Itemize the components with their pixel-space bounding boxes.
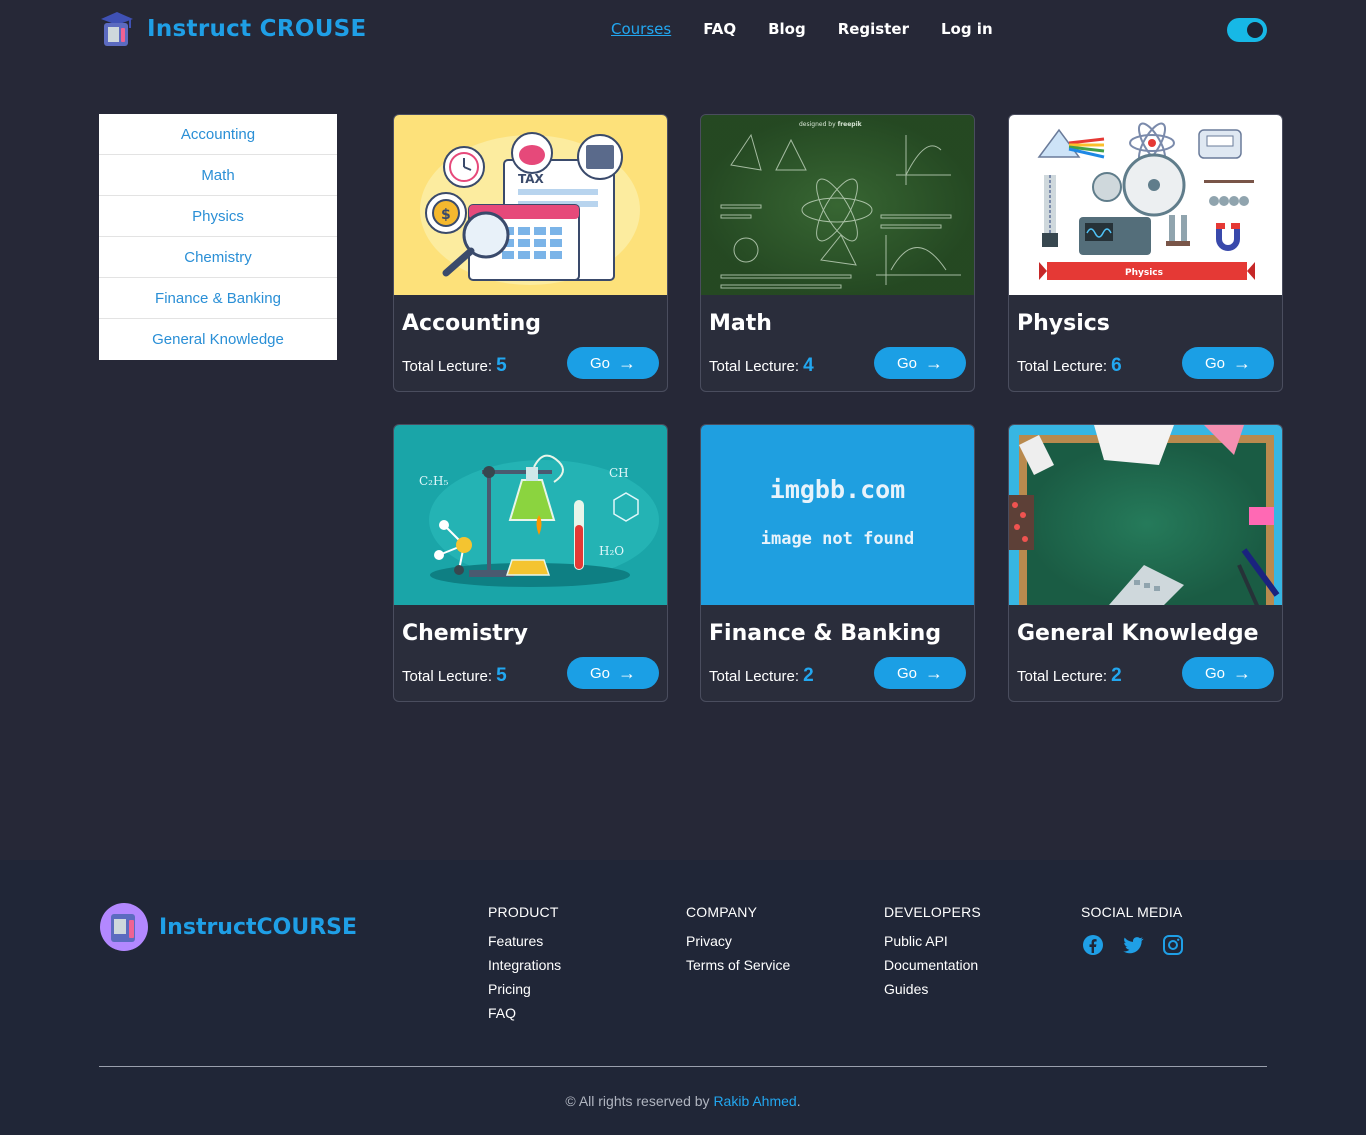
general-knowledge-thumbnail (1009, 425, 1282, 605)
arrow-right-icon: → (1233, 352, 1251, 373)
nav-register[interactable]: Register (838, 20, 909, 38)
main-nav: Courses FAQ Blog Register Log in (611, 20, 993, 38)
lecture-count: Total Lecture: 5 (402, 355, 507, 376)
chemistry-thumbnail: C₂H₅ CH H₂O (394, 425, 667, 605)
site-header: Instruct CROUSE Courses FAQ Blog Registe… (0, 0, 1366, 62)
course-title: Finance & Banking (709, 621, 942, 646)
arrow-right-icon: → (925, 352, 943, 373)
image-not-found-placeholder: imgbb.com image not found (701, 425, 974, 605)
footer-link-documentation[interactable]: Documentation (884, 957, 981, 973)
lecture-count: Total Lecture: 4 (709, 355, 814, 376)
lecture-count: Total Lecture: 5 (402, 665, 507, 686)
instagram-icon[interactable] (1161, 933, 1185, 957)
arrow-right-icon: → (618, 662, 636, 683)
copyright-text: © All rights reserved by Rakib Ahmed. (565, 1093, 801, 1109)
course-card-accounting: TAX $ Accounting Total Lecture: 5 Go → (393, 114, 668, 392)
footer-link-public-api[interactable]: Public API (884, 933, 981, 949)
nav-faq[interactable]: FAQ (703, 20, 736, 38)
sidebar-item-chemistry[interactable]: Chemistry (99, 237, 337, 278)
footer-heading: COMPANY (686, 904, 758, 920)
toggle-knob (1247, 22, 1263, 38)
footer-link-features[interactable]: Features (488, 933, 561, 949)
go-button-chemistry[interactable]: Go → (567, 657, 659, 689)
twitter-icon[interactable] (1121, 933, 1145, 957)
sidebar-item-math[interactable]: Math (99, 155, 337, 196)
lecture-count: Total Lecture: 2 (1017, 665, 1122, 686)
footer-col-social: SOCIAL MEDIA (1081, 904, 1185, 957)
svg-text:CH: CH (609, 466, 629, 480)
footer-heading: SOCIAL MEDIA (1081, 904, 1183, 920)
arrow-right-icon: → (925, 662, 943, 683)
footer-heading: PRODUCT (488, 904, 559, 920)
arrow-right-icon: → (1233, 662, 1251, 683)
footer-col-developers: DEVELOPERS Public API Documentation Guid… (884, 904, 981, 1005)
footer-brand[interactable]: InstructCOURSE (99, 902, 357, 952)
placeholder-site-text: imgbb.com (769, 475, 906, 504)
nav-courses[interactable]: Courses (611, 20, 671, 38)
footer-heading: DEVELOPERS (884, 904, 981, 920)
course-card-finance-banking: imgbb.com image not found Finance & Bank… (700, 424, 975, 702)
site-footer: InstructCOURSE PRODUCT Features Integrat… (0, 860, 1366, 1135)
course-title: Physics (1017, 311, 1110, 336)
course-title: Math (709, 311, 772, 336)
brand-logo[interactable]: Instruct CROUSE (99, 10, 367, 48)
physics-banner-label: Physics (1125, 268, 1163, 278)
footer-link-privacy[interactable]: Privacy (686, 933, 790, 949)
course-title: Accounting (402, 311, 542, 336)
go-button-general-knowledge[interactable]: Go → (1182, 657, 1274, 689)
social-links (1081, 933, 1185, 957)
nav-login[interactable]: Log in (941, 20, 993, 38)
course-card-chemistry: C₂H₅ CH H₂O Chemistry Total Lecture: 5 Go… (393, 424, 668, 702)
course-title: Chemistry (402, 621, 528, 646)
footer-brand-name: InstructCOURSE (159, 914, 358, 940)
lecture-count: Total Lecture: 6 (1017, 355, 1122, 376)
footer-col-company: COMPANY Privacy Terms of Service (686, 904, 790, 981)
course-title: General Knowledge (1017, 621, 1259, 646)
sidebar-item-physics[interactable]: Physics (99, 196, 337, 237)
tax-label: TAX (518, 172, 545, 186)
theme-toggle[interactable] (1227, 18, 1267, 42)
sidebar-item-accounting[interactable]: Accounting (99, 114, 337, 155)
sidebar-item-general-knowledge[interactable]: General Knowledge (99, 319, 337, 360)
go-button-accounting[interactable]: Go → (567, 347, 659, 379)
author-link[interactable]: Rakib Ahmed (713, 1093, 796, 1109)
footer-link-guides[interactable]: Guides (884, 981, 981, 997)
facebook-icon[interactable] (1081, 933, 1105, 957)
svg-text:$: $ (441, 207, 451, 223)
footer-link-terms[interactable]: Terms of Service (686, 957, 790, 973)
brand-name: Instruct CROUSE (147, 16, 367, 42)
arrow-right-icon: → (618, 352, 636, 373)
svg-text:H₂O: H₂O (599, 544, 624, 558)
svg-text:C₂H₅: C₂H₅ (419, 474, 448, 488)
course-card-math: designed by freepik Math Total Lecture: 4… (700, 114, 975, 392)
graduation-book-icon (101, 12, 133, 46)
go-button-math[interactable]: Go → (874, 347, 966, 379)
course-card-physics: Physics Physics Total Lecture: 6 Go → (1008, 114, 1283, 392)
physics-thumbnail: Physics (1009, 115, 1282, 295)
placeholder-message-text: image not found (760, 529, 915, 549)
go-button-finance-banking[interactable]: Go → (874, 657, 966, 689)
math-thumbnail: designed by freepik (701, 115, 974, 295)
footer-link-faq[interactable]: FAQ (488, 1005, 561, 1021)
nav-blog[interactable]: Blog (768, 20, 806, 38)
category-sidebar: Accounting Math Physics Chemistry Financ… (99, 114, 337, 360)
course-card-general-knowledge: General Knowledge Total Lecture: 2 Go → (1008, 424, 1283, 702)
footer-logo-icon (100, 903, 148, 951)
footer-link-integrations[interactable]: Integrations (488, 957, 561, 973)
sidebar-item-finance-banking[interactable]: Finance & Banking (99, 278, 337, 319)
footer-divider (99, 1066, 1267, 1067)
svg-text:designed by freepik: designed by freepik (799, 121, 863, 128)
footer-col-product: PRODUCT Features Integrations Pricing FA… (488, 904, 561, 1029)
go-button-physics[interactable]: Go → (1182, 347, 1274, 379)
accounting-thumbnail: TAX $ (394, 115, 667, 295)
lecture-count: Total Lecture: 2 (709, 665, 814, 686)
footer-link-pricing[interactable]: Pricing (488, 981, 561, 997)
